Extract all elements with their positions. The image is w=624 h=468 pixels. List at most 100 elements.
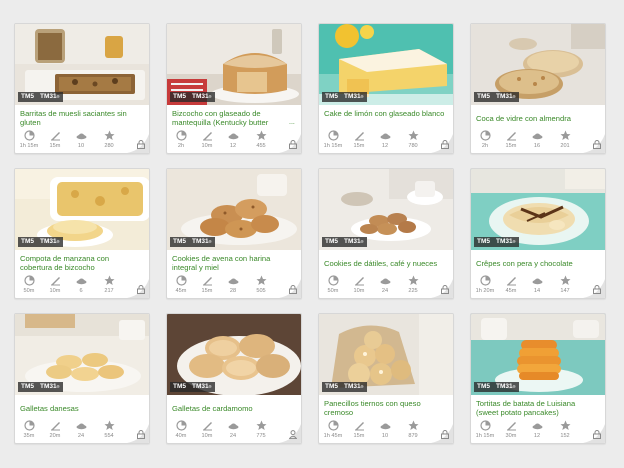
portions: 24 — [375, 275, 395, 294]
total-time-icon — [479, 130, 491, 141]
thermomix-badges: TM5 TM31® — [474, 237, 519, 247]
recipe-card[interactable]: TM5 TM31® Cake de limón con glaseado bla… — [318, 23, 454, 154]
prep-time: 15m — [197, 275, 217, 294]
portions-icon — [380, 423, 390, 430]
tm31-badge: TM31® — [493, 382, 519, 392]
recipe-title[interactable]: Galletas de cardamomo — [172, 405, 294, 414]
recipe-card[interactable]: TM5 TM31® Compota de manzana con cobertu… — [14, 168, 150, 299]
portions: 10 — [71, 130, 91, 149]
prep-time: 15m — [501, 130, 521, 149]
recipe-title[interactable]: Compota de manzana con cobertura de bizc… — [20, 255, 142, 272]
recipe-title[interactable]: Bizcocho con glaseado de mantequilla (Ke… — [172, 110, 284, 127]
tm31-badge: TM31® — [341, 382, 367, 392]
recipe-card[interactable]: TM5 TM31® Cookies de avena con harina in… — [166, 168, 302, 299]
thermomix-badges: TM5 TM31® — [170, 237, 215, 247]
tm31-badge: TM31® — [341, 237, 367, 247]
total-time: 40m — [171, 420, 191, 439]
thermomix-badges: TM5 TM31® — [18, 382, 63, 392]
lock-icon — [289, 285, 297, 294]
thermomix-badges: TM5 TM31® — [18, 92, 63, 102]
knife-icon — [202, 132, 212, 141]
calories: 554 — [99, 420, 119, 439]
portions-icon — [76, 423, 86, 430]
tm31-badge: TM31® — [189, 237, 215, 247]
total-time: 1h 15m — [475, 420, 495, 439]
lock-icon — [137, 285, 145, 294]
total-time-icon — [479, 420, 491, 431]
lock-icon — [593, 140, 601, 149]
title-ellipsis: ... — [289, 119, 295, 126]
recipe-title[interactable]: Tortitas de batata de Luisiana (sweet po… — [476, 400, 598, 417]
lock-icon — [137, 430, 145, 439]
knife-icon — [354, 132, 364, 141]
recipe-card[interactable]: TM5 TM31® Panecillos tiernos con queso c… — [318, 313, 454, 444]
lock-icon — [593, 285, 601, 294]
tm5-badge: TM5 — [474, 237, 493, 247]
thermomix-badges: TM5 TM31® — [322, 382, 367, 392]
star-icon — [408, 275, 418, 285]
recipe-title[interactable]: Coca de vidre con almendra — [476, 115, 598, 124]
portions-icon — [380, 278, 390, 285]
prep-time: 45m — [501, 275, 521, 294]
recipe-title[interactable]: Cookies de dátiles, café y nueces — [324, 260, 446, 269]
total-time: 1h 45m — [323, 420, 343, 439]
lock-icon — [441, 285, 449, 294]
star-icon — [408, 420, 418, 430]
knife-icon — [50, 277, 60, 286]
portions: 28 — [223, 275, 243, 294]
recipe-title[interactable]: Panecillos tiernos con queso cremoso — [324, 400, 446, 417]
calories: 152 — [555, 420, 575, 439]
calories: 280 — [99, 130, 119, 149]
total-time-icon — [175, 275, 187, 286]
recipe-card[interactable]: TM5 TM31® Cookies de dátiles, café y nue… — [318, 168, 454, 299]
recipe-card[interactable]: TM5 TM31® Coca de vidre con almendra 2h … — [470, 23, 606, 154]
calories: 201 — [555, 130, 575, 149]
recipe-card[interactable]: TM5 TM31® Bizcocho con glaseado de mante… — [166, 23, 302, 154]
calories: 879 — [403, 420, 423, 439]
total-time: 45m — [171, 275, 191, 294]
tm5-badge: TM5 — [170, 382, 189, 392]
star-icon — [560, 275, 570, 285]
recipe-card[interactable]: TM5 TM31® Tortitas de batata de Luisiana… — [470, 313, 606, 444]
prep-time: 30m — [501, 420, 521, 439]
recipe-card[interactable]: TM5 TM31® Barritas de muesli saciantes s… — [14, 23, 150, 154]
portions-icon — [228, 423, 238, 430]
total-time: 2h — [475, 130, 495, 149]
recipe-card[interactable]: TM5 TM31® Galletas danesas 35m 20m 24 55… — [14, 313, 150, 444]
total-time: 2h — [171, 130, 191, 149]
knife-icon — [506, 132, 516, 141]
tm5-badge: TM5 — [322, 382, 341, 392]
knife-icon — [354, 422, 364, 431]
prep-time: 10m — [45, 275, 65, 294]
tm31-badge: TM31® — [37, 237, 63, 247]
recipe-title[interactable]: Barritas de muesli saciantes sin gluten — [20, 110, 142, 127]
thermomix-badges: TM5 TM31® — [474, 92, 519, 102]
portions-icon — [228, 133, 238, 140]
prep-time: 10m — [197, 420, 217, 439]
recipe-title[interactable]: Crêpes con pera y chocolate — [476, 260, 598, 269]
prep-time: 15m — [349, 420, 369, 439]
total-time: 1h 15m — [19, 130, 39, 149]
calories: 775 — [251, 420, 271, 439]
star-icon — [560, 130, 570, 140]
total-time-icon — [23, 420, 35, 431]
recipe-card[interactable]: TM5 TM31® Galletas de cardamomo 40m 10m … — [166, 313, 302, 444]
recipe-title[interactable]: Galletas danesas — [20, 405, 142, 414]
star-icon — [256, 275, 266, 285]
portions: 12 — [527, 420, 547, 439]
total-time: 50m — [323, 275, 343, 294]
total-time: 1h 15m — [323, 130, 343, 149]
star-icon — [104, 420, 114, 430]
total-time-icon — [23, 130, 35, 141]
tm31-badge: TM31® — [341, 92, 367, 102]
knife-icon — [202, 277, 212, 286]
recipe-title[interactable]: Cookies de avena con harina integral y m… — [172, 255, 294, 272]
thermomix-badges: TM5 TM31® — [170, 92, 215, 102]
recipe-card[interactable]: TM5 TM31® Crêpes con pera y chocolate 1h… — [470, 168, 606, 299]
portions: 12 — [223, 130, 243, 149]
recipe-title[interactable]: Cake de limón con glaseado blanco — [324, 110, 446, 119]
star-icon — [408, 130, 418, 140]
thermomix-badges: TM5 TM31® — [322, 237, 367, 247]
star-icon — [256, 420, 266, 430]
thermomix-badges: TM5 TM31® — [474, 382, 519, 392]
